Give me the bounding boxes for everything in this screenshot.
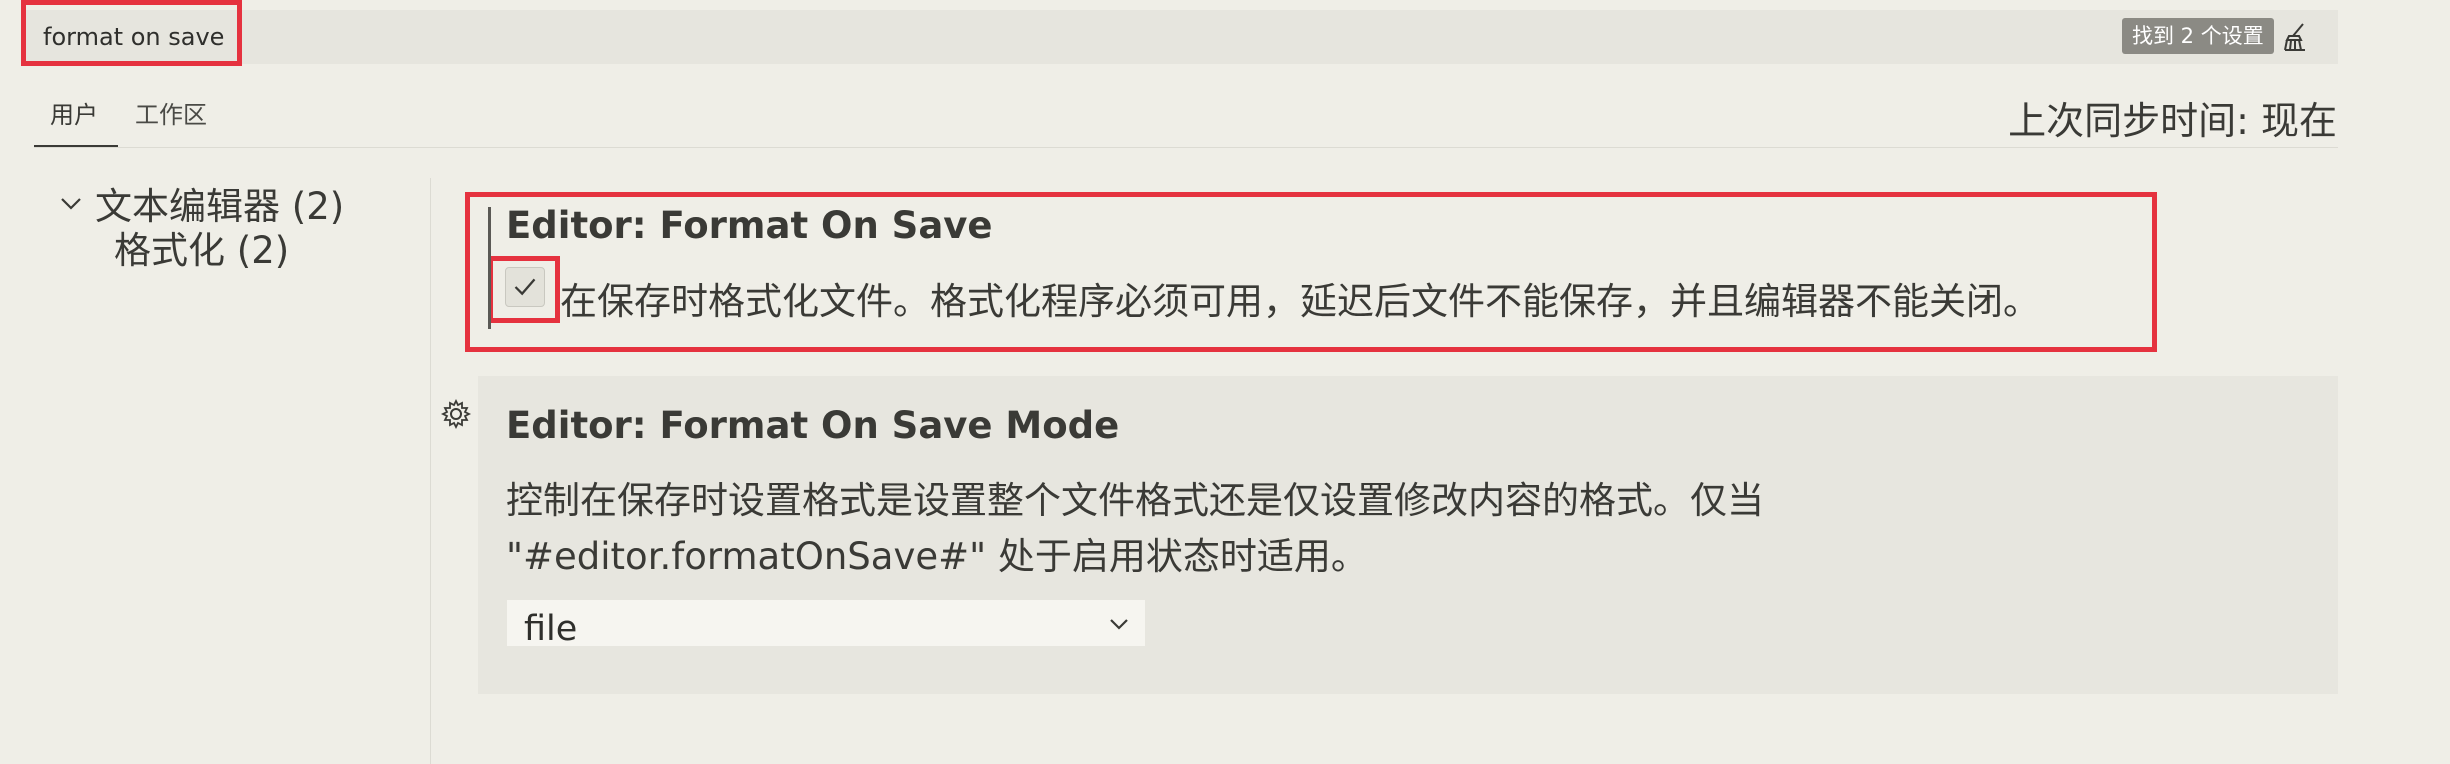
toc-item-formatting[interactable]: 格式化 (2) <box>114 220 289 274</box>
format-on-save-mode-select[interactable]: file <box>507 600 1145 646</box>
result-count-badge: 找到 2 个设置 <box>2122 18 2274 54</box>
select-value: file <box>524 609 578 646</box>
chevron-down-icon[interactable] <box>58 190 84 216</box>
sync-status: 上次同步时间: 现在 <box>2008 99 2337 143</box>
setting-description-line1: 控制在保存时设置格式是设置整个文件格式还是仅设置修改内容的格式。仅当 <box>506 479 1764 522</box>
setting-description-format-on-save: 在保存时格式化文件。格式化程序必须可用，延迟后文件不能保存，并且编辑器不能关闭。 <box>560 280 2040 323</box>
search-input[interactable] <box>21 10 241 64</box>
setting-modified-indicator <box>488 207 491 329</box>
setting-title-format-on-save-mode: Editor: Format On Save Mode <box>506 404 1120 447</box>
toc-divider <box>430 178 431 764</box>
gear-icon[interactable] <box>440 398 472 430</box>
setting-description-line2: "#editor.formatOnSave#" 处于启用状态时适用。 <box>506 535 1368 578</box>
chevron-down-icon <box>1110 619 1128 630</box>
setting-title-format-on-save: Editor: Format On Save <box>506 204 993 247</box>
tab-workspace[interactable]: 工作区 <box>135 96 255 148</box>
clear-filter-icon[interactable] <box>2281 20 2315 54</box>
format-on-save-checkbox[interactable] <box>505 267 545 307</box>
tab-divider <box>34 147 2338 148</box>
settings-search-bar <box>21 10 2338 64</box>
checkmark-icon <box>514 278 536 296</box>
tab-user[interactable]: 用户 <box>34 96 118 148</box>
